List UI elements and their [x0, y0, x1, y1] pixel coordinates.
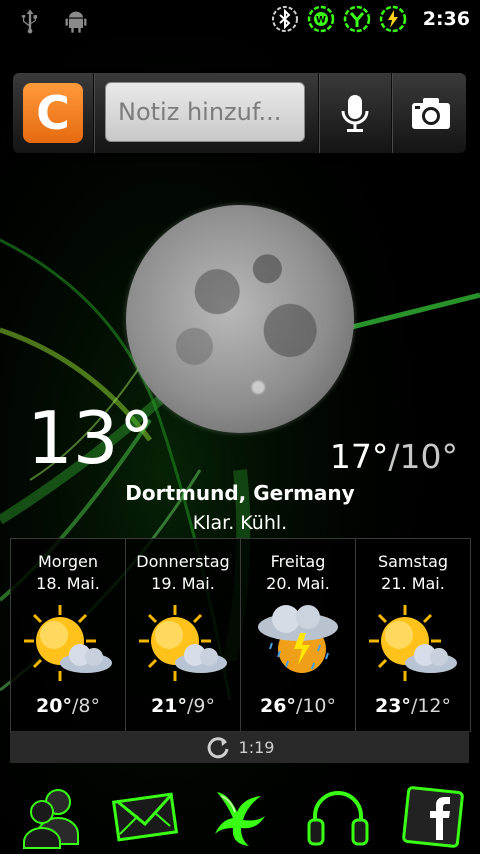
- usb-icon: [21, 9, 37, 34]
- clock: 2:36: [422, 8, 470, 30]
- facebook-icon[interactable]: [400, 784, 466, 850]
- app-logo-button[interactable]: C: [23, 83, 83, 143]
- forecast-temp: 21°/9°: [126, 695, 240, 717]
- forecast-low: /10°: [295, 695, 337, 717]
- forecast-day[interactable]: Freitag 20. Mai. 26°/10°: [241, 539, 356, 731]
- forecast-day-name: Morgen: [37, 552, 99, 571]
- condition-label: Klar. Kühl.: [192, 512, 288, 534]
- signal-icon: [343, 5, 370, 33]
- contacts-icon[interactable]: [18, 784, 84, 850]
- forecast-low: /12°: [410, 695, 452, 717]
- music-icon[interactable]: [305, 784, 371, 850]
- forecast-high: 26°: [259, 695, 296, 717]
- forecast-high: 21°: [151, 695, 187, 717]
- battery-charging-icon: [379, 5, 406, 33]
- refresh-bar[interactable]: 1:19: [10, 731, 469, 763]
- forecast-day-name: Donnerstag: [136, 552, 230, 571]
- messaging-icon[interactable]: [112, 784, 178, 850]
- wifi-icon: W: [307, 5, 334, 33]
- sun-cloud-icon: [24, 605, 112, 681]
- refresh-icon[interactable]: [205, 734, 231, 760]
- divider: [93, 73, 95, 153]
- forecast-day-name: Freitag: [270, 552, 326, 571]
- moon-icon: [126, 205, 354, 433]
- forecast-high: 23°: [374, 695, 411, 717]
- dock: [0, 780, 480, 850]
- forecast-date: 18. Mai.: [36, 574, 100, 593]
- forecast-day-name: Samstag: [377, 552, 449, 571]
- note-input[interactable]: Notiz hinzuf...: [105, 82, 305, 142]
- forecast-day[interactable]: Samstag 21. Mai. 23°/12°: [356, 539, 470, 731]
- sun-cloud-icon: [369, 605, 457, 681]
- location-label[interactable]: Dortmund, Germany: [0, 481, 480, 505]
- forecast-date: 20. Mai.: [266, 574, 330, 593]
- divider: [391, 73, 393, 153]
- forecast-high: 20°: [36, 695, 72, 717]
- forecast-day[interactable]: Donnerstag 19. Mai. 21°/9°: [126, 539, 241, 731]
- today-low: /10°: [388, 437, 458, 476]
- forecast-temp: 23°/12°: [356, 695, 470, 717]
- sun-cloud-icon: [139, 605, 227, 681]
- logo-letter: C: [36, 86, 70, 140]
- today-temperature-range: 17°/10°: [330, 440, 458, 473]
- forecast-panel[interactable]: Morgen 18. Mai. 20°/8° Donnerstag 19. Ma…: [10, 538, 471, 732]
- camera-icon[interactable]: [410, 95, 452, 131]
- quick-note-widget: C Notiz hinzuf...: [13, 73, 466, 153]
- app-drawer-icon[interactable]: [207, 784, 273, 850]
- android-debug-icon: [65, 11, 87, 33]
- bluetooth-icon: [271, 6, 298, 32]
- forecast-low: /9°: [186, 695, 215, 717]
- thunder-rain-icon: [258, 605, 338, 673]
- last-update-time: 1:19: [238, 737, 275, 757]
- divider: [318, 73, 320, 153]
- forecast-low: /8°: [71, 695, 100, 717]
- forecast-date: 21. Mai.: [381, 574, 445, 593]
- svg-text:W: W: [316, 16, 326, 26]
- microphone-icon[interactable]: [335, 93, 375, 135]
- today-high: 17°: [329, 437, 389, 476]
- forecast-temp: 20°/8°: [11, 695, 125, 717]
- current-temperature: 13°: [27, 396, 155, 480]
- forecast-temp: 26°/10°: [241, 695, 355, 717]
- forecast-day[interactable]: Morgen 18. Mai. 20°/8°: [11, 539, 126, 731]
- forecast-date: 19. Mai.: [151, 574, 215, 593]
- status-bar: W 2:36: [0, 0, 480, 38]
